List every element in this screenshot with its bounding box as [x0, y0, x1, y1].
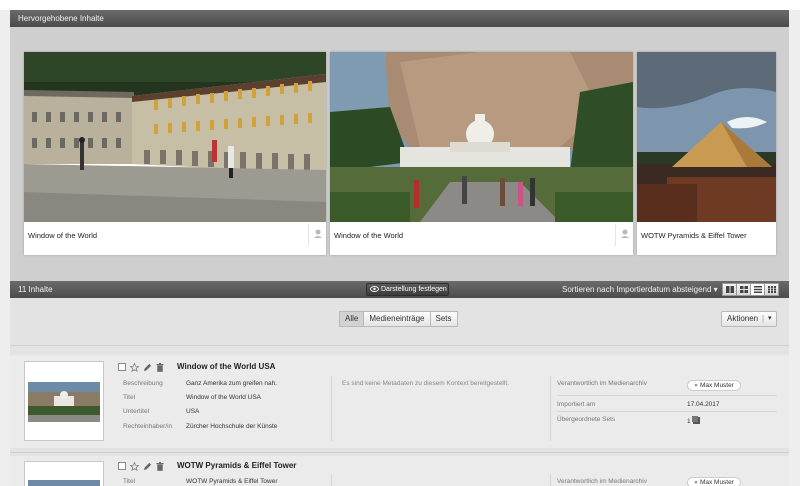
eye-icon — [370, 285, 379, 292]
imported-label: Importiert am — [557, 401, 596, 408]
meta-value: Window of the World USA — [186, 394, 262, 401]
featured-card-2[interactable]: Window of the World — [330, 52, 633, 255]
entry-thumbnail-image — [28, 480, 100, 486]
featured-image-1[interactable] — [24, 52, 326, 222]
sort-dropdown[interactable]: Sortieren nach Importierdatum absteigend… — [562, 281, 718, 298]
type-filter: Alle Medieneinträge Sets — [339, 311, 458, 327]
meta-value: USA — [186, 408, 200, 415]
pencil-icon[interactable] — [143, 462, 152, 471]
actions-label: Aktionen — [727, 314, 759, 323]
featured-card-1[interactable]: Window of the World — [24, 52, 326, 255]
entry-thumbnail[interactable] — [24, 461, 104, 486]
meta-key: Titel — [123, 394, 136, 401]
row-divider — [557, 411, 777, 412]
pencil-icon[interactable] — [143, 363, 152, 372]
parent-sets-label: Übergeordnete Sets — [557, 416, 616, 423]
parent-sets-number: 1 — [687, 418, 691, 425]
context-note: Es sind keine Metadaten zu diesem Kontex… — [342, 380, 509, 387]
content-count: 11 Inhalte — [18, 285, 53, 294]
set-icon — [692, 416, 701, 424]
tiles-view-button[interactable] — [722, 283, 737, 296]
responsible-person: Max Muster — [699, 479, 734, 486]
row-divider — [557, 395, 777, 396]
column-divider — [550, 376, 551, 441]
grid-view-button[interactable] — [736, 283, 751, 296]
trash-icon[interactable] — [156, 461, 164, 471]
select-checkbox[interactable] — [118, 363, 126, 371]
featured-card-caption[interactable]: Window of the World — [28, 231, 97, 240]
meta-value: Zürcher Hochschule der Künste — [186, 423, 278, 430]
actions-button[interactable]: Aktionen | ▾ — [721, 311, 777, 327]
parent-sets-count[interactable]: 1 — [687, 416, 701, 425]
featured-image-2[interactable] — [330, 52, 633, 222]
imported-date: 17.04.2017 — [687, 401, 720, 408]
list-separator — [10, 345, 789, 346]
list-separator — [10, 452, 789, 453]
meta-value: WOTW Pyramids & Eiffel Tower — [186, 478, 278, 485]
meta-key: Beschreibung — [123, 380, 163, 387]
filter-sets[interactable]: Sets — [429, 311, 458, 327]
responsible-person: Max Muster — [699, 382, 734, 389]
column-divider — [550, 474, 551, 486]
top-strip — [0, 0, 800, 10]
meta-value: Ganz Amerika zum greifen nah. — [186, 380, 278, 387]
compact-view-icon — [767, 286, 776, 293]
chevron-down-icon: ▾ — [768, 315, 772, 322]
entry-tools — [118, 362, 164, 372]
responsible-label: Verantwortlich im Medienarchiv — [557, 380, 647, 387]
filter-all[interactable]: Alle — [339, 311, 365, 327]
grid-view-icon — [739, 286, 748, 293]
meta-key: Titel — [123, 478, 136, 485]
actions-divider: | — [762, 314, 765, 323]
list-view-button[interactable] — [750, 283, 765, 296]
display-settings-label: Darstellung festlegen — [381, 286, 447, 293]
sort-label: Sortieren nach Importierdatum absteigend… — [562, 285, 718, 294]
entry-thumbnail-image — [28, 382, 100, 422]
meta-key: Untertitel — [123, 408, 150, 415]
featured-title: Hervorgehobene Inhalte — [18, 14, 104, 23]
user-icon: ● — [694, 382, 698, 389]
responsible-person-badge[interactable]: ● Max Muster — [687, 380, 741, 391]
responsible-person-badge[interactable]: ● Max Muster — [687, 477, 741, 486]
display-settings-button[interactable]: Darstellung festlegen — [366, 283, 449, 296]
list-view-icon — [753, 286, 762, 293]
meta-key: Rechteinhaber/in — [123, 423, 173, 430]
entry-tools — [118, 461, 164, 471]
entry-title[interactable]: WOTW Pyramids & Eiffel Tower — [177, 461, 296, 470]
view-mode-switcher — [722, 283, 779, 296]
featured-card-caption[interactable]: WOTW Pyramids & Eiffel Tower — [641, 231, 747, 240]
entry-title[interactable]: Window of the World USA — [177, 362, 275, 371]
star-icon[interactable] — [130, 362, 139, 372]
featured-image-3[interactable] — [637, 52, 776, 222]
user-icon: ● — [694, 479, 698, 486]
column-divider — [331, 376, 332, 441]
column-divider — [331, 474, 332, 486]
featured-card-caption[interactable]: Window of the World — [334, 231, 403, 240]
responsible-user-icon — [615, 224, 633, 246]
responsible-label: Verantwortlich im Medienarchiv — [557, 478, 647, 485]
compact-view-button[interactable] — [764, 283, 779, 296]
responsible-user-icon — [308, 224, 326, 246]
select-checkbox[interactable] — [118, 462, 126, 470]
tiles-view-icon — [725, 286, 734, 293]
filter-media-entries[interactable]: Medieneinträge — [363, 311, 431, 327]
featured-header: Hervorgehobene Inhalte — [10, 10, 789, 27]
star-icon[interactable] — [130, 461, 139, 471]
featured-card-3[interactable]: WOTW Pyramids & Eiffel Tower — [637, 52, 776, 255]
trash-icon[interactable] — [156, 362, 164, 372]
entry-thumbnail[interactable] — [24, 361, 104, 441]
